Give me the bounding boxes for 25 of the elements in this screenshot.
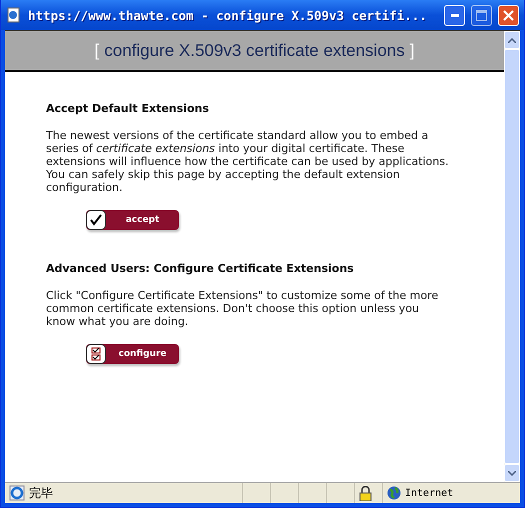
section-heading: Accept Default Extensions <box>46 102 210 115</box>
browser-icon <box>9 485 25 501</box>
checkmark-icon <box>90 214 102 226</box>
accept-button[interactable]: accept <box>86 210 179 230</box>
padlock-icon <box>359 486 372 500</box>
globe-icon <box>387 486 401 500</box>
status-text: 完毕 <box>29 484 53 502</box>
minimize-icon <box>450 14 458 16</box>
section-text: The newest versions of the certificate standard allow you to embed a series of certificate extensions into your digital certificate. These extensions will influence how the certificate can be used by applications. You can safely skip this page by accepting the default extension configuration. <box>46 129 450 194</box>
bracket: [ <box>94 40 100 60</box>
close-icon <box>503 10 514 20</box>
scrollbar[interactable] <box>504 31 520 482</box>
bracket: ] <box>410 40 414 60</box>
security-zone: Internet <box>405 488 454 498</box>
minimize-button[interactable] <box>444 4 465 26</box>
checklist-icon <box>91 347 101 361</box>
maximize-button[interactable] <box>471 4 492 26</box>
section-heading: Advanced Users: Configure Certificate Extensions <box>46 262 355 275</box>
page-title: configure X.509v3 certificate extensions <box>104 40 405 60</box>
close-button[interactable] <box>498 4 519 26</box>
window-title: https://www.thawte.com - configure X.509v3 certifi... <box>28 8 428 22</box>
page-icon <box>6 7 22 23</box>
configure-button[interactable]: configure <box>86 344 179 364</box>
section-text: Click "Configure Certificate Extensions" to customize some of the more common certificate extensions. Don't choose this option unless you know what you are doing. <box>46 289 440 328</box>
maximize-icon <box>476 10 487 20</box>
